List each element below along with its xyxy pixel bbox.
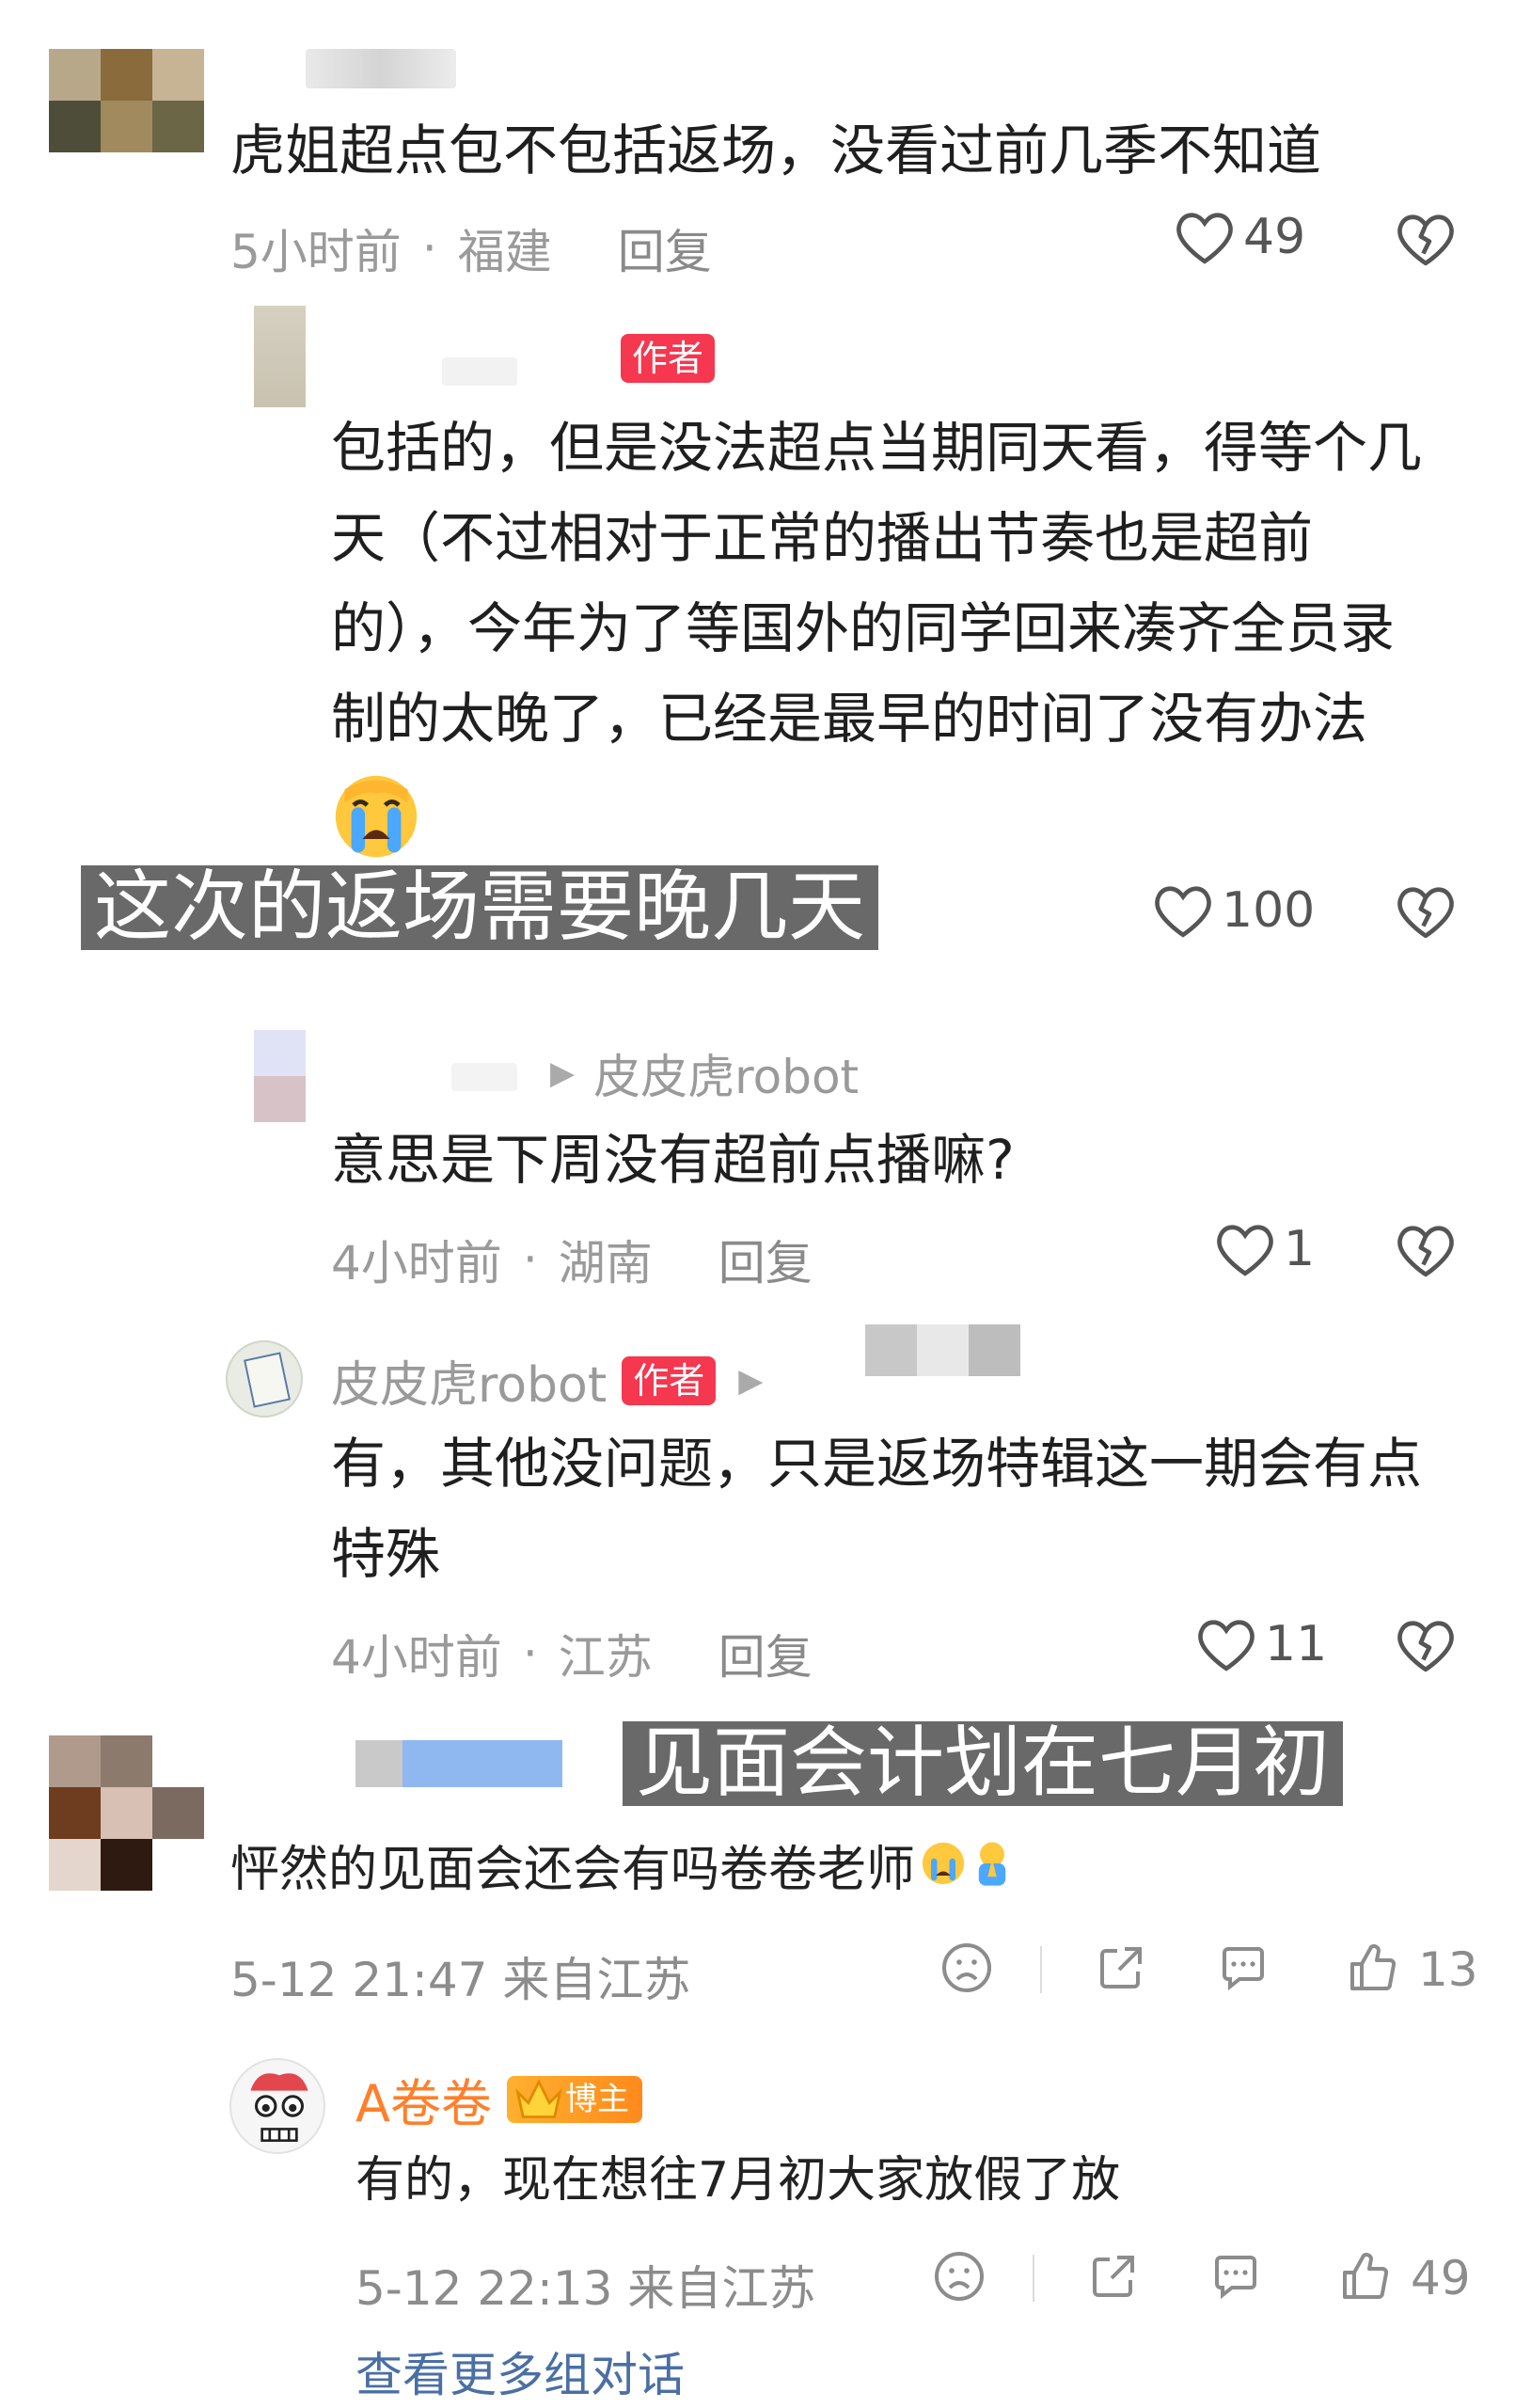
crying-face-emoji-icon <box>331 771 421 865</box>
reply-text-line: 天（不过相对于正常的播出节奏也是超前 <box>331 506 1314 570</box>
blogger-avatar[interactable] <box>229 2058 325 2154</box>
crown-icon <box>515 2078 562 2118</box>
reply-button[interactable]: 回复 <box>718 1620 813 1687</box>
author-badge: 作者 <box>622 1355 717 1405</box>
blogger-header: A卷卷 博主 <box>355 2062 642 2136</box>
reply-meta: 4小时前 · 湖南 回复 <box>331 1226 813 1293</box>
author-badge: 作者 <box>621 334 716 383</box>
reply-text: 意思是下周没有超前点播嘛? <box>331 1128 1015 1192</box>
heart-icon <box>1216 1222 1274 1276</box>
reply-header: 皮皮虎robot 作者 ▶ <box>331 1345 763 1416</box>
avatar[interactable] <box>254 1030 306 1122</box>
view-more-conversation-link[interactable]: 查看更多组对话 <box>355 2337 685 2405</box>
share-icon[interactable] <box>1085 2248 1142 2308</box>
author-name[interactable]: 皮皮虎robot <box>331 1345 607 1416</box>
avatar[interactable] <box>254 306 306 407</box>
like-count: 1 <box>1284 1221 1316 1277</box>
like-count: 13 <box>1418 1942 1478 1997</box>
weibo-reply-datetime: 5-12 22:13 来自江苏 <box>355 2261 816 2316</box>
username-blurred[interactable] <box>442 357 517 386</box>
like-count: 49 <box>1411 2251 1471 2305</box>
weibo-action-bar: 49 <box>931 2248 1471 2308</box>
like-button[interactable]: 1 <box>1216 1221 1315 1277</box>
reply-time: 4小时前 <box>331 1236 502 1291</box>
weibo-comment-datetime: 5-12 21:47 来自江苏 <box>230 1953 691 2007</box>
avatar[interactable] <box>49 49 204 152</box>
cartoon-face-icon <box>250 2073 308 2143</box>
reply-text-line: 制的太晚了，已经是最早的时间了没有办法 <box>331 687 1368 751</box>
reply-button[interactable]: 回复 <box>718 1226 813 1293</box>
dislike-broken-heart-icon[interactable] <box>1397 1223 1455 1277</box>
heart-icon <box>1154 883 1212 938</box>
praying-emoji-icon <box>970 1839 1015 1892</box>
dislike-broken-heart-icon[interactable] <box>1397 212 1455 266</box>
like-button[interactable]: 11 <box>1197 1616 1327 1672</box>
heart-icon <box>1176 210 1234 264</box>
username-blurred[interactable] <box>355 1740 562 1787</box>
reply-text-line: 包括的，但是没法超点当期同天看，得等个几 <box>331 416 1423 480</box>
like-button[interactable]: 100 <box>1154 882 1315 939</box>
meta-separator: · <box>421 221 437 276</box>
share-icon[interactable] <box>1093 1940 1149 2000</box>
reply-button[interactable]: 回复 <box>618 214 712 282</box>
meta-separator: · <box>522 1232 538 1287</box>
caption-overlay: 见面会计划在七月初 <box>623 1721 1344 1806</box>
like-count: 49 <box>1243 209 1306 265</box>
dislike-broken-heart-icon[interactable] <box>1397 884 1455 939</box>
book-cover-icon <box>244 1352 291 1408</box>
reply-text-line: 特殊 <box>331 1522 441 1586</box>
blogger-name[interactable]: A卷卷 <box>355 2062 492 2136</box>
reply-text: 有，其他没问题，只是返场特辑这一期会有点 特殊 <box>331 1418 1422 1599</box>
weibo-comment-text: 怦然的见面会还会有吗卷卷老师 <box>230 1830 1015 1900</box>
reply-location: 湖南 <box>558 1236 653 1291</box>
meta-separator: · <box>522 1626 538 1681</box>
comment-bubble-icon[interactable] <box>1207 2248 1264 2308</box>
heart-icon <box>1197 1617 1255 1671</box>
reply-location: 江苏 <box>558 1630 653 1685</box>
crying-face-emoji-icon <box>919 1839 968 1892</box>
reply-text-line: 的），今年为了等国外的同学回来凑齐全员录 <box>331 596 1396 660</box>
reply-text: 包括的，但是没法超点当期同天看，得等个几 天（不过相对于正常的播出节奏也是超前 … <box>331 403 1422 764</box>
comment-meta: 5小时前 · 福建 回复 <box>230 214 712 282</box>
reply-time: 4小时前 <box>331 1630 502 1685</box>
thumbs-up-icon[interactable] <box>1345 1940 1401 2000</box>
comment-bubble-icon[interactable] <box>1215 1940 1271 2000</box>
avatar[interactable] <box>49 1735 204 1891</box>
reply-to[interactable]: ▶ 皮皮虎robot <box>550 1039 859 1107</box>
dislike-broken-heart-icon[interactable] <box>1397 1618 1455 1672</box>
author-avatar[interactable] <box>226 1340 303 1418</box>
comment-location: 福建 <box>457 225 552 279</box>
thumbs-up-icon[interactable] <box>1337 2248 1394 2308</box>
triangle-right-icon: ▶ <box>738 1361 764 1400</box>
username-blurred[interactable] <box>451 1063 517 1091</box>
reply-meta: 4小时前 · 江苏 回复 <box>331 1620 813 1687</box>
sad-face-icon[interactable] <box>931 2248 987 2308</box>
blogger-badge: 博主 <box>506 2075 642 2123</box>
username-blurred[interactable] <box>865 1324 1020 1376</box>
like-count: 11 <box>1265 1616 1328 1672</box>
comment-text: 虎姐超点包不包括返场，没看过前几季不知道 <box>230 119 1322 182</box>
blogger-badge-label: 博主 <box>564 2080 629 2118</box>
comment-time: 5小时前 <box>230 225 402 279</box>
reply-to-name[interactable]: 皮皮虎robot <box>593 1039 859 1107</box>
sad-face-icon[interactable] <box>939 1940 995 2000</box>
like-count: 100 <box>1222 882 1316 939</box>
like-button[interactable]: 49 <box>1176 209 1305 265</box>
divider <box>1033 2255 1034 2302</box>
triangle-right-icon: ▶ <box>550 1054 576 1092</box>
caption-overlay: 这次的返场需要晚几天 <box>81 865 879 950</box>
divider <box>1040 1946 1042 1993</box>
weibo-reply-text: 有的，现在想往7月初大家放假了放 <box>355 2152 1121 2209</box>
reply-text-line: 有，其他没问题，只是返场特辑这一期会有点 <box>331 1432 1423 1496</box>
weibo-action-bar: 13 <box>939 1940 1478 2000</box>
username-blurred[interactable] <box>306 49 456 88</box>
weibo-comment-body: 怦然的见面会还会有吗卷卷老师 <box>230 1842 916 1898</box>
